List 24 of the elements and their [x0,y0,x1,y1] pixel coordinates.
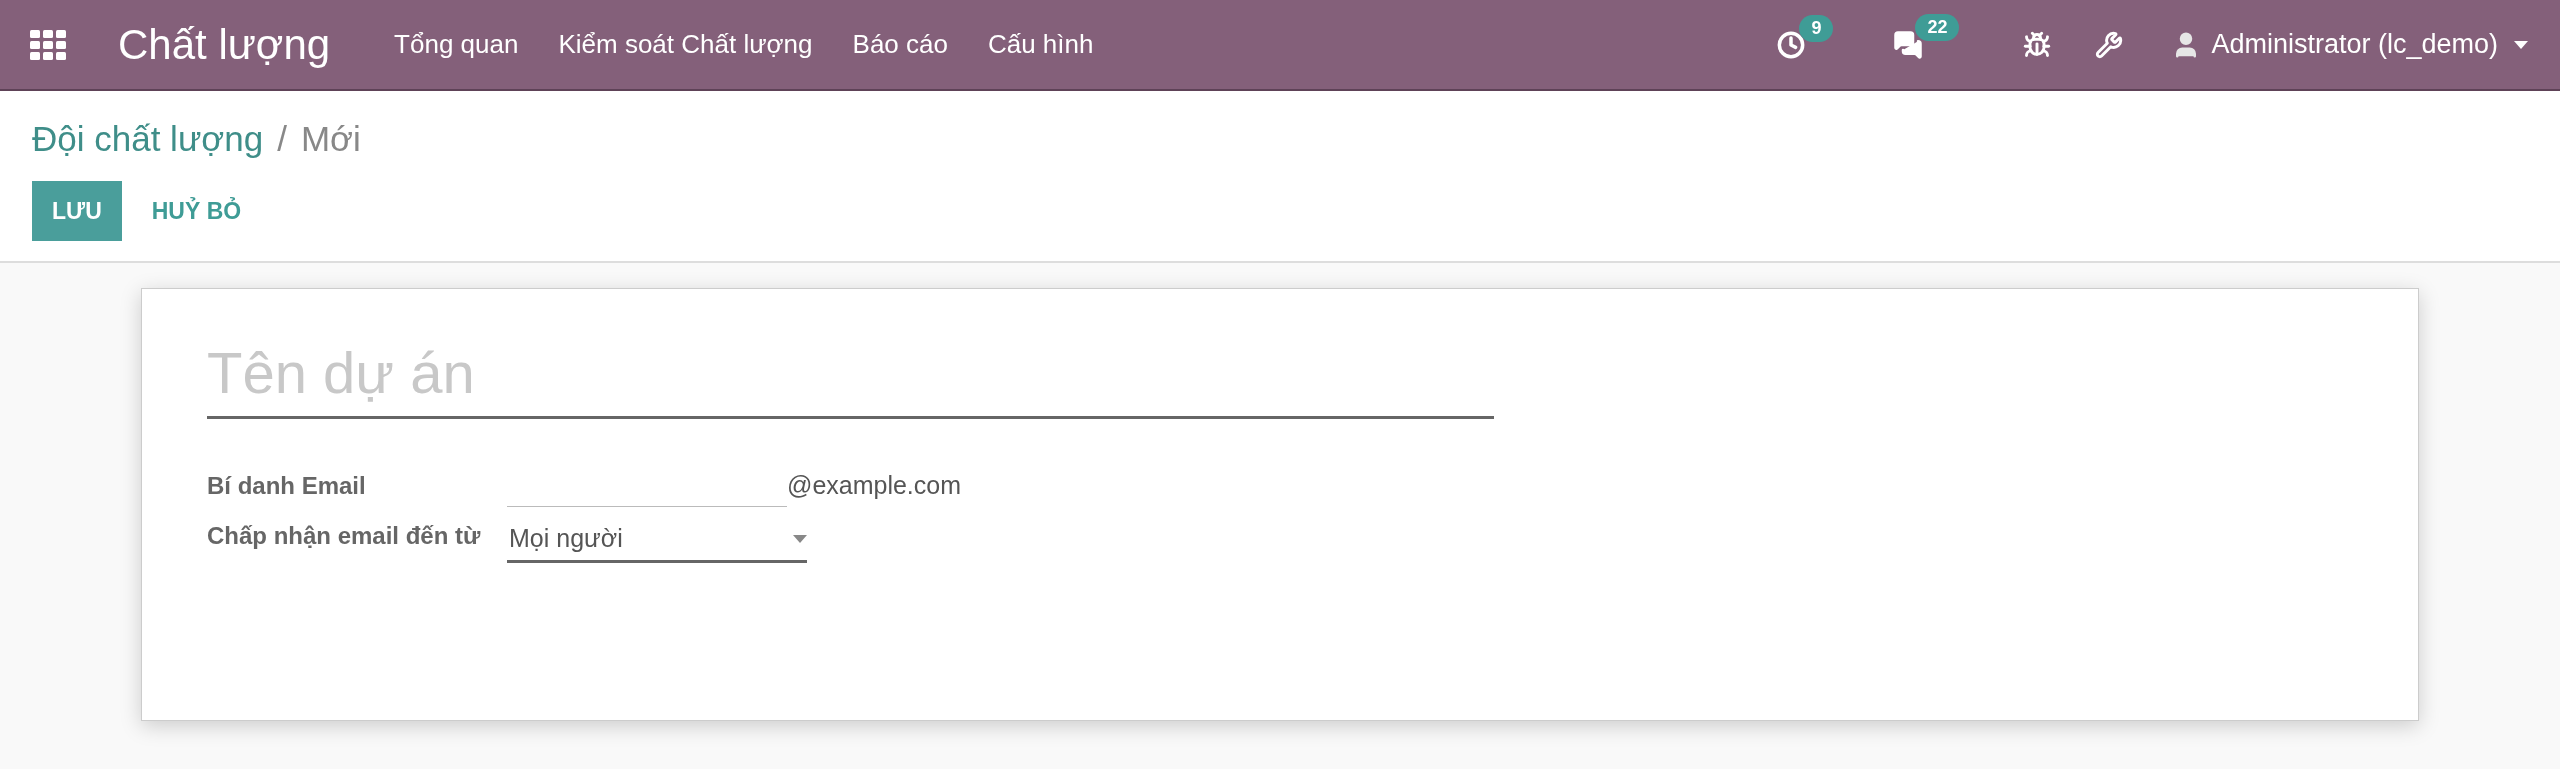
field-label: Bí danh Email [207,471,367,501]
breadcrumb-current: Mới [300,119,361,159]
caret-icon [2514,40,2528,49]
bug-icon[interactable] [2023,30,2052,59]
menu-item[interactable]: Kiểm soát Chất lượng [558,29,813,60]
clock-icon[interactable] [1777,30,1806,59]
email-domain-text: @example.com [787,470,962,501]
activity-count-badge: 9 [1799,14,1834,42]
discard-button[interactable]: HUỶ BỎ [131,181,262,241]
breadcrumb-separator: / [277,119,287,159]
save-button[interactable]: LƯU [32,181,122,241]
field-label: Chấp nhận email đến từ [207,521,482,551]
chat-icon[interactable] [1893,29,1924,60]
menu-item[interactable]: Báo cáo [852,29,948,60]
message-count-badge: 22 [1915,13,1960,41]
dropdown-caret-icon [793,534,807,543]
app-title: Chất lượng [118,20,331,69]
menu-item[interactable]: Tổng quan [394,29,519,60]
select-field[interactable]: Mọi người [507,517,807,563]
wrench-icon[interactable] [2095,30,2124,59]
apps-menu-icon[interactable] [30,29,66,60]
user-menu[interactable]: Administrator (lc_demo) [2211,29,2498,60]
menu-item[interactable]: Cấu hình [987,29,1094,60]
breadcrumb-link[interactable]: Đội chất lượng [32,119,264,159]
